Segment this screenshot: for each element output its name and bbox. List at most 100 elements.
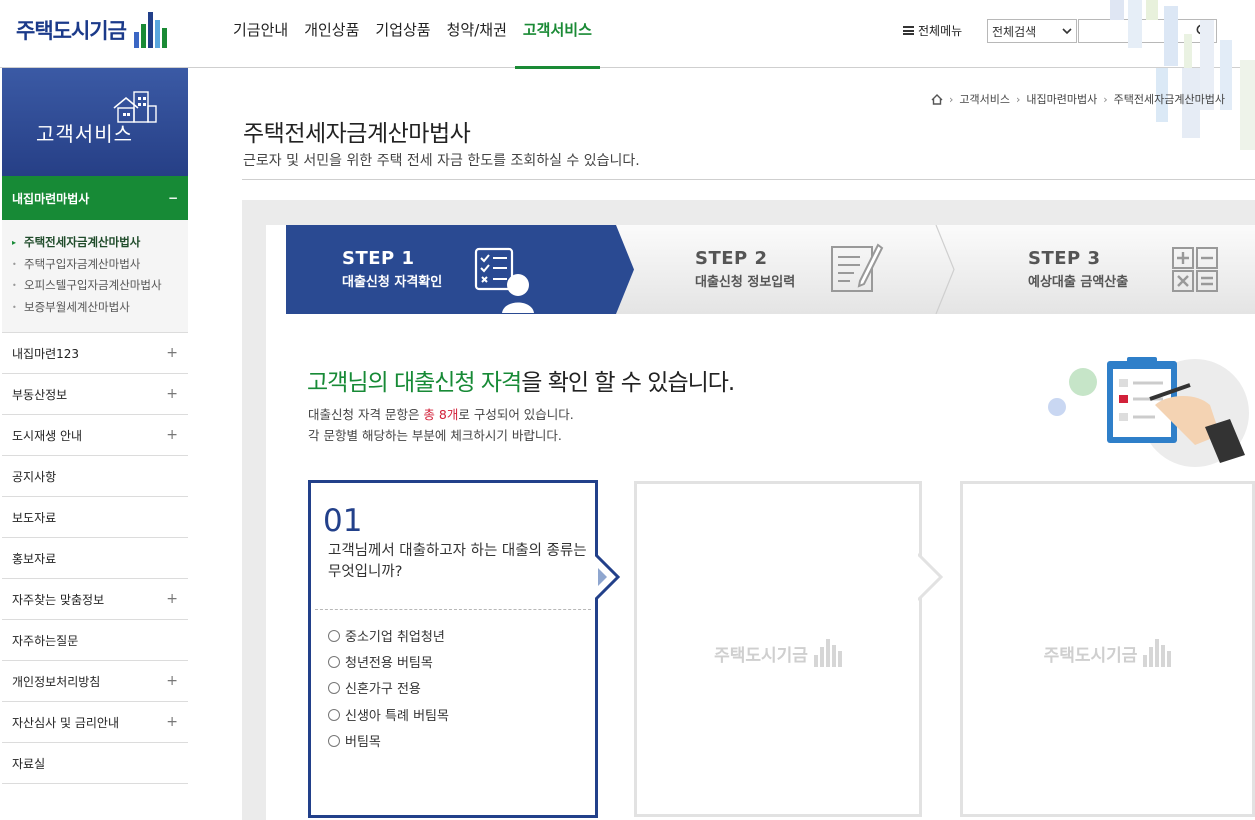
sidebar-title: 고객서비스 <box>36 122 133 146</box>
sidebar-item-press[interactable]: 보도자료 <box>2 497 188 538</box>
chevron-down-icon <box>1062 27 1072 34</box>
nav-subscription-bonds[interactable]: 청약/채권 <box>439 0 515 68</box>
option-newlywed[interactable]: 신혼가구 전용 <box>328 678 421 697</box>
option-newborn[interactable]: 신생아 특례 버팀목 <box>328 705 449 724</box>
sidebar-item-label: 자주하는질문 <box>12 633 79 648</box>
sidebar-item-home-123[interactable]: 내집마련123 + <box>2 333 188 374</box>
search-input[interactable] <box>1078 19 1217 43</box>
placeholder-logo: 주택도시기금 <box>637 639 919 667</box>
page-description: 근로자 및 서민을 위한 주택 전세 자금 한도를 조회하실 수 있습니다. <box>243 153 640 169</box>
step-bar: STEP 1 대출신청 자격확인 STEP 2 대출신청 정보입력 STEP 3… <box>286 225 1255 314</box>
plus-icon[interactable]: + <box>166 714 178 730</box>
sidebar-item-real-estate[interactable]: 부동산정보 + <box>2 374 188 415</box>
sidebar-item-label: 공지사항 <box>12 469 57 484</box>
option-beotimmok[interactable]: 버팀목 <box>328 731 381 750</box>
next-question-card: 주택도시기금 <box>960 481 1255 817</box>
nav-customer-service[interactable]: 고객서비스 <box>514 0 600 69</box>
option-label: 버팀목 <box>345 735 381 750</box>
breadcrumb-item[interactable]: 고객서비스 <box>959 91 1010 107</box>
sidebar-item-label: 홍보자료 <box>12 551 57 566</box>
next-question-card: 주택도시기금 <box>634 481 922 817</box>
plus-icon[interactable]: + <box>166 591 178 607</box>
radio-button[interactable] <box>328 629 340 642</box>
step2-sub: 대출신청 정보입력 <box>695 275 796 290</box>
sidebar-item-privacy[interactable]: 개인정보처리방침 + <box>2 661 188 702</box>
radio-button[interactable] <box>328 681 340 694</box>
all-menu-button[interactable]: 전체메뉴 <box>903 22 962 39</box>
plus-icon[interactable]: + <box>166 673 178 689</box>
sidebar-item-label: 보도자료 <box>12 510 57 525</box>
bullet-icon: • <box>12 259 17 269</box>
arrow-right-icon: ▸ <box>12 238 17 247</box>
intro-title: 고객님의 대출신청 자격을 확인 할 수 있습니다. <box>307 363 735 397</box>
plus-icon[interactable]: + <box>166 345 178 361</box>
search-icon[interactable] <box>1196 24 1210 38</box>
radio-button[interactable] <box>328 734 340 747</box>
placeholder-logo-text: 주택도시기금 <box>1043 645 1138 666</box>
sidebar-item-library[interactable]: 자료실 <box>2 743 188 784</box>
step1-sub: 대출신청 자격확인 <box>342 275 443 290</box>
intro-desc-instruction: 각 문항별 해당하는 부분에 체크하시기 바랍니다. <box>308 428 562 443</box>
chevron-right-icon: › <box>1016 92 1021 106</box>
submenu-purchase-calculator[interactable]: • 주택구입자금계산마법사 <box>12 254 188 276</box>
search-scope-select[interactable]: 전체검색 <box>987 19 1077 43</box>
sidebar-item-label: 자료실 <box>12 756 46 771</box>
step3-sub: 예상대출 금액산출 <box>1028 275 1129 290</box>
sidebar-item-home-wizard[interactable]: 내집마련마법사 − <box>2 176 188 220</box>
top-header: 주택도시기금 기금안내 개인상품 기업상품 청약/채권 고객서비스 전체메뉴 전… <box>0 0 1255 69</box>
sidebar-item-faq[interactable]: 자주하는질문 <box>2 620 188 661</box>
question-card: 01 고객님께서 대출하고자 하는 대출의 종류는 무엇입니까? 중소기업 취업… <box>308 480 598 818</box>
sidebar-item-urban-regen[interactable]: 도시재생 안내 + <box>2 415 188 456</box>
intro-title-highlight: 고객님의 대출신청 자격 <box>307 370 522 396</box>
home-icon[interactable] <box>931 93 943 105</box>
submenu-officetel-calculator[interactable]: • 오피스텔구입자금계산마법사 <box>12 275 188 297</box>
site-logo[interactable]: 주택도시기금 <box>16 12 167 48</box>
submenu-jeonse-calculator[interactable]: ▸ 주택전세자금계산마법사 <box>12 232 188 254</box>
chevron-right-icon: › <box>949 92 954 106</box>
checklist-person-icon <box>474 247 534 313</box>
nav-business-products[interactable]: 기업상품 <box>367 0 438 68</box>
question-divider <box>315 609 591 610</box>
sidebar-item-label: 도시재생 안내 <box>12 428 83 443</box>
divider <box>242 179 1255 180</box>
logo-bars-icon <box>813 639 842 667</box>
sidebar-submenu: ▸ 주택전세자금계산마법사 • 주택구입자금계산마법사 • 오피스텔구입자금계산마법사… <box>2 220 188 333</box>
submenu-label: 주택구입자금계산마법사 <box>24 256 141 271</box>
sidebar-item-label: 내집마련123 <box>12 346 80 361</box>
chevron-right-icon: › <box>1103 92 1108 106</box>
sidebar-item-label: 자주찾는 맞춤정보 <box>12 592 105 607</box>
submenu-label: 주택전세자금계산마법사 <box>24 235 141 249</box>
question-text: 고객님께서 대출하고자 하는 대출의 종류는 무엇입니까? <box>328 543 587 580</box>
radio-button[interactable] <box>328 708 340 721</box>
step3-label: STEP 3 <box>1028 248 1101 269</box>
sidebar: 고객서비스 내집마련마법사 − ▸ 주택전세자금계산마법사 • 주택구입자금계산마법… <box>2 68 188 784</box>
intro-title-rest: 을 확인 할 수 있습니다. <box>521 370 735 396</box>
sidebar-item-custom-info[interactable]: 자주찾는 맞춤정보 + <box>2 579 188 620</box>
question-number: 01 <box>323 503 363 539</box>
radio-button[interactable] <box>328 655 340 668</box>
sidebar-item-label: 부동산정보 <box>12 387 68 402</box>
sidebar-item-asset-review[interactable]: 자산심사 및 금리안내 + <box>2 702 188 743</box>
nav-personal-products[interactable]: 개인상품 <box>296 0 367 68</box>
global-nav: 기금안내 개인상품 기업상품 청약/채권 고객서비스 <box>225 0 600 69</box>
nav-fund-info[interactable]: 기금안내 <box>225 0 296 68</box>
sidebar-item-label: 자산심사 및 금리안내 <box>12 715 119 730</box>
page-title: 주택전세자금계산마법사 <box>243 121 471 147</box>
clipboard-illustration <box>1048 357 1249 467</box>
collapse-icon[interactable]: − <box>168 191 178 205</box>
breadcrumb: › 고객서비스 › 내집마련마법사 › 주택전세자금계산마법사 <box>931 91 1225 107</box>
sidebar-item-notices[interactable]: 공지사항 <box>2 456 188 497</box>
desc-count-highlight: 총 8개 <box>423 407 459 422</box>
calculator-icon <box>1172 247 1218 292</box>
bullet-icon: • <box>12 302 17 312</box>
plus-icon[interactable]: + <box>166 386 178 402</box>
plus-icon[interactable]: + <box>166 427 178 443</box>
submenu-label: 오피스텔구입자금계산마법사 <box>24 278 162 292</box>
option-sme-youth[interactable]: 중소기업 취업청년 <box>328 626 445 645</box>
sidebar-item-promo[interactable]: 홍보자료 <box>2 538 188 579</box>
option-youth-beotimmok[interactable]: 청년전용 버팀목 <box>328 652 433 671</box>
submenu-monthly-rent-calculator[interactable]: • 보증부월세계산마법사 <box>12 297 188 319</box>
sidebar-item-label: 개인정보처리방침 <box>12 674 101 689</box>
breadcrumb-item[interactable]: 내집마련마법사 <box>1026 91 1097 107</box>
option-label: 신생아 특례 버팀목 <box>345 709 449 724</box>
